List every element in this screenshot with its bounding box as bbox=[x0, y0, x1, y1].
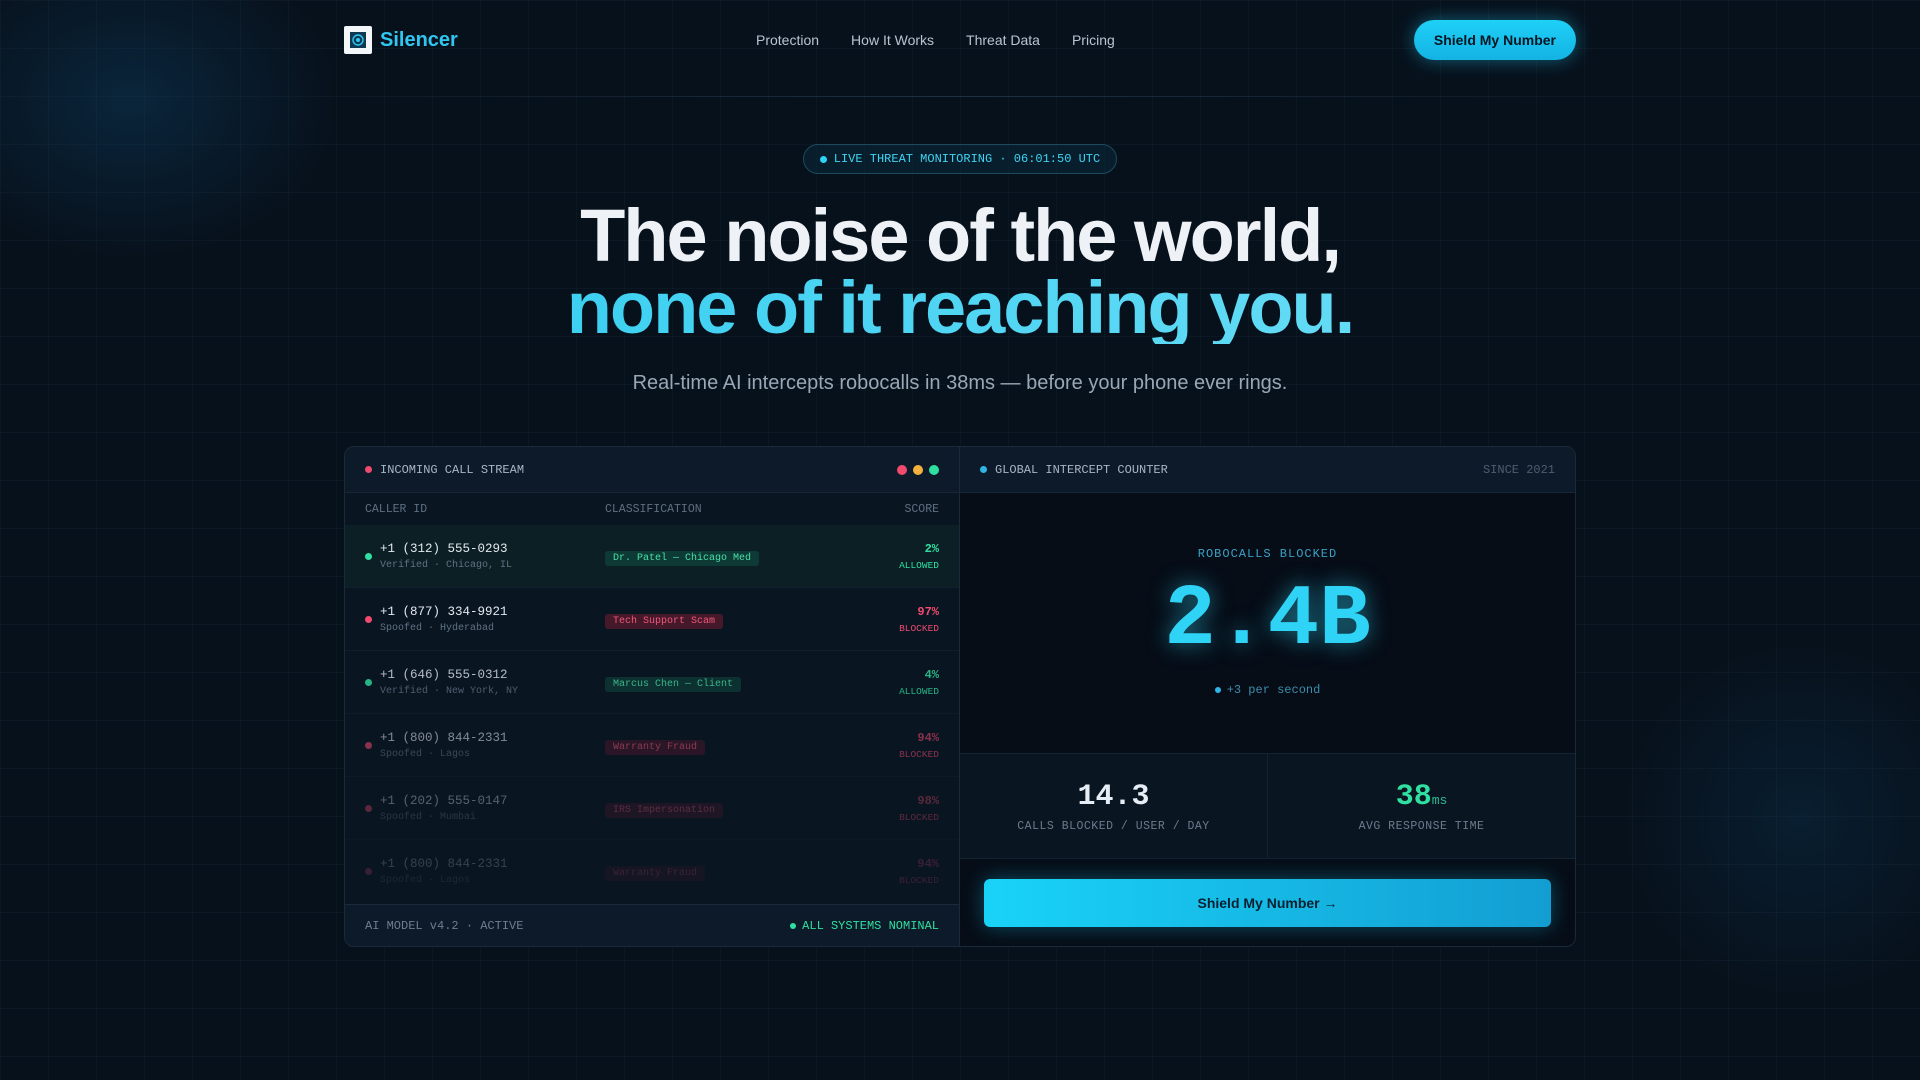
allowed-dot-icon bbox=[365, 552, 372, 560]
window-controls bbox=[897, 464, 939, 475]
shield-my-number-button[interactable]: Shield My Number bbox=[1413, 20, 1576, 60]
column-header-score: SCORE bbox=[904, 502, 939, 516]
table-row[interactable]: +1 (877) 334-9921 Spoofed · Hyderabad Te… bbox=[345, 588, 959, 651]
score-value: 98% bbox=[917, 793, 939, 808]
since-label: SINCE 2021 bbox=[1482, 462, 1555, 477]
caller-detail: Spoofed · Lagos bbox=[380, 748, 471, 760]
table-header: CALLER ID CLASSIFICATION SCORE bbox=[345, 493, 959, 525]
caller-detail: Verified · New York, NY bbox=[380, 685, 519, 697]
caller-detail: Spoofed · Hyderabad bbox=[380, 622, 495, 634]
table-row[interactable]: +1 (646) 555-0312 Verified · New York, N… bbox=[345, 651, 959, 714]
nav-link-pricing[interactable]: Pricing bbox=[1072, 32, 1115, 48]
caller-number: +1 (202) 555-0147 bbox=[380, 793, 508, 808]
stat-label: CALLS BLOCKED / USER / DAY bbox=[1017, 819, 1210, 833]
stat-calls-blocked: 14.3 CALLS BLOCKED / USER / DAY bbox=[960, 754, 1267, 858]
blocked-dot-icon bbox=[365, 804, 372, 812]
maximize-dot-icon[interactable] bbox=[929, 464, 939, 475]
live-monitoring-badge: LIVE THREAT MONITORING · 06:01:50 UTC bbox=[803, 144, 1117, 174]
brand[interactable]: Silencer bbox=[344, 26, 458, 54]
classification-tag: Dr. Patel — Chicago Med bbox=[605, 550, 760, 566]
score-value: 97% bbox=[917, 604, 939, 619]
classification-tag: Warranty Fraud bbox=[605, 865, 706, 881]
counter-header: GLOBAL INTERCEPT COUNTER SINCE 2021 bbox=[960, 447, 1575, 493]
background-glow bbox=[1620, 640, 1920, 1000]
status-label: BLOCKED bbox=[899, 811, 939, 823]
table-row[interactable]: +1 (312) 555-0293 Verified · Chicago, IL… bbox=[345, 525, 959, 588]
status-label: BLOCKED bbox=[899, 748, 939, 760]
nav-links: Protection How It Works Threat Data Pric… bbox=[756, 32, 1115, 48]
logo-icon bbox=[344, 26, 372, 54]
caller-number: +1 (312) 555-0293 bbox=[380, 541, 508, 556]
nav-link-threat-data[interactable]: Threat Data bbox=[966, 32, 1040, 48]
caller-number: +1 (646) 555-0312 bbox=[380, 667, 508, 682]
pulse-dot-icon bbox=[1214, 687, 1221, 693]
system-status-text: ALL SYSTEMS NOMINAL bbox=[802, 918, 939, 933]
classification-tag: Tech Support Scam bbox=[605, 613, 724, 629]
call-list: +1 (312) 555-0293 Verified · Chicago, IL… bbox=[345, 525, 959, 903]
caller-number: +1 (800) 844-2331 bbox=[380, 856, 508, 871]
nav-link-how-it-works[interactable]: How It Works bbox=[851, 32, 934, 48]
score-value: 4% bbox=[924, 667, 939, 682]
stat-value: 38ms bbox=[1395, 779, 1448, 814]
recording-dot-icon bbox=[365, 466, 372, 473]
status-label: ALLOWED bbox=[899, 559, 939, 571]
status-dot-icon bbox=[819, 155, 827, 163]
caller-detail: Verified · Chicago, IL bbox=[380, 559, 513, 571]
hero-title-line1: The noise of the world, bbox=[580, 194, 1342, 277]
table-row[interactable]: +1 (202) 555-0147 Spoofed · Mumbai IRS I… bbox=[345, 777, 959, 840]
allowed-dot-icon bbox=[365, 678, 372, 686]
blocked-dot-icon bbox=[365, 741, 372, 749]
model-status: AI MODEL v4.2 · ACTIVE bbox=[365, 918, 524, 933]
hero-title-line2: none of it reaching you. bbox=[0, 271, 1920, 345]
caller-number: +1 (800) 844-2331 bbox=[380, 730, 508, 745]
robocalls-blocked-value: 2.4B bbox=[1164, 571, 1371, 669]
status-label: ALLOWED bbox=[899, 685, 939, 697]
dashboard-card: INCOMING CALL STREAM CALLER ID CLASSIFIC… bbox=[344, 446, 1576, 947]
status-dot-icon bbox=[980, 466, 987, 473]
column-header-classification: CLASSIFICATION bbox=[605, 502, 702, 516]
classification-tag: IRS Impersonation bbox=[605, 802, 724, 818]
status-label: BLOCKED bbox=[899, 874, 939, 886]
call-stream-footer: AI MODEL v4.2 · ACTIVE ALL SYSTEMS NOMIN… bbox=[345, 904, 959, 946]
score-value: 2% bbox=[924, 541, 939, 556]
robocalls-blocked-label: ROBOCALLS BLOCKED bbox=[1197, 547, 1338, 561]
status-dot-icon bbox=[790, 922, 797, 929]
shield-my-number-cta-button[interactable]: Shield My Number → bbox=[984, 879, 1551, 927]
intercept-counter-panel: GLOBAL INTERCEPT COUNTER SINCE 2021 ROBO… bbox=[960, 447, 1575, 946]
nav-link-protection[interactable]: Protection bbox=[756, 32, 819, 48]
caller-detail: Spoofed · Lagos bbox=[380, 874, 471, 886]
stat-value: 14.3 bbox=[1077, 779, 1150, 814]
system-status: ALL SYSTEMS NOMINAL bbox=[790, 919, 939, 933]
block-rate-text: +3 per second bbox=[1226, 683, 1321, 697]
call-stream-title: INCOMING CALL STREAM bbox=[380, 462, 525, 477]
close-dot-icon[interactable] bbox=[897, 464, 907, 475]
status-label: BLOCKED bbox=[899, 622, 939, 634]
counter-title: GLOBAL INTERCEPT COUNTER bbox=[995, 462, 1168, 477]
stat-label: AVG RESPONSE TIME bbox=[1358, 819, 1485, 833]
classification-tag: Warranty Fraud bbox=[605, 739, 706, 755]
call-stream-header: INCOMING CALL STREAM bbox=[345, 447, 959, 493]
block-rate: +3 per second bbox=[960, 683, 1575, 697]
hero-subtitle: Real-time AI intercepts robocalls in 38m… bbox=[632, 372, 1288, 394]
stat-response-time: 38ms AVG RESPONSE TIME bbox=[1267, 754, 1575, 858]
column-header-caller-id: CALLER ID bbox=[365, 502, 428, 516]
call-stream-panel: INCOMING CALL STREAM CALLER ID CLASSIFIC… bbox=[345, 447, 960, 946]
badge-text: LIVE THREAT MONITORING · 06:01:50 UTC bbox=[833, 152, 1101, 166]
divider bbox=[344, 96, 1576, 97]
table-row[interactable]: +1 (800) 844-2331 Spoofed · Lagos Warran… bbox=[345, 714, 959, 777]
blocked-dot-icon bbox=[365, 615, 372, 623]
blocked-dot-icon bbox=[365, 867, 372, 875]
top-nav: Silencer Protection How It Works Threat … bbox=[344, 20, 1576, 60]
score-value: 94% bbox=[917, 730, 939, 745]
hero-title: The noise of the world, none of it reach… bbox=[0, 194, 1920, 345]
score-value: 94% bbox=[917, 856, 939, 871]
page: Silencer Protection How It Works Threat … bbox=[0, 0, 1920, 1080]
minimize-dot-icon[interactable] bbox=[913, 464, 923, 475]
caller-detail: Spoofed · Mumbai bbox=[380, 811, 477, 823]
caller-number: +1 (877) 334-9921 bbox=[380, 604, 508, 619]
classification-tag: Marcus Chen — Client bbox=[605, 676, 742, 692]
brand-name: Silencer bbox=[380, 28, 458, 51]
table-row[interactable]: +1 (800) 844-2331 Spoofed · Lagos Warran… bbox=[345, 840, 959, 903]
stats-row: 14.3 CALLS BLOCKED / USER / DAY 38ms AVG… bbox=[960, 753, 1575, 859]
